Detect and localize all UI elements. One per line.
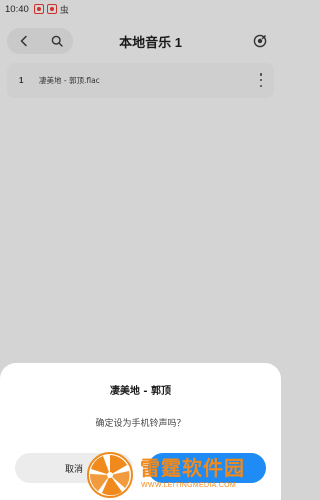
dialog-message: 确定设为手机铃声吗？ [95,419,186,429]
song-title: 凄美地 - 郭顶.flac [39,76,100,85]
notification-icon [46,4,57,14]
header: 本地音乐 1 [0,26,281,56]
watermark-name: 雷霆软件园 [140,456,245,480]
watermark-url: WWW.LEITINGMEDIA.COM [141,482,237,489]
orange-logo-icon [87,452,133,498]
song-index: 1 [19,76,24,85]
status-time: 10:40 [5,3,29,15]
dialog-title: 凄美地 - 郭顶 [109,386,172,397]
locate-icon[interactable] [250,31,270,51]
notification-icon [33,4,44,14]
bug-icon: 虫 [59,5,69,16]
list-item[interactable]: 1 凄美地 - 郭顶.flac [7,63,274,98]
more-icon[interactable] [258,73,264,87]
page-title: 本地音乐 1 [119,35,182,50]
watermark: 雷霆软件园 WWW.LEITINGMEDIA.COM [84,448,281,500]
status-bar: 10:40 虫 [0,0,281,18]
